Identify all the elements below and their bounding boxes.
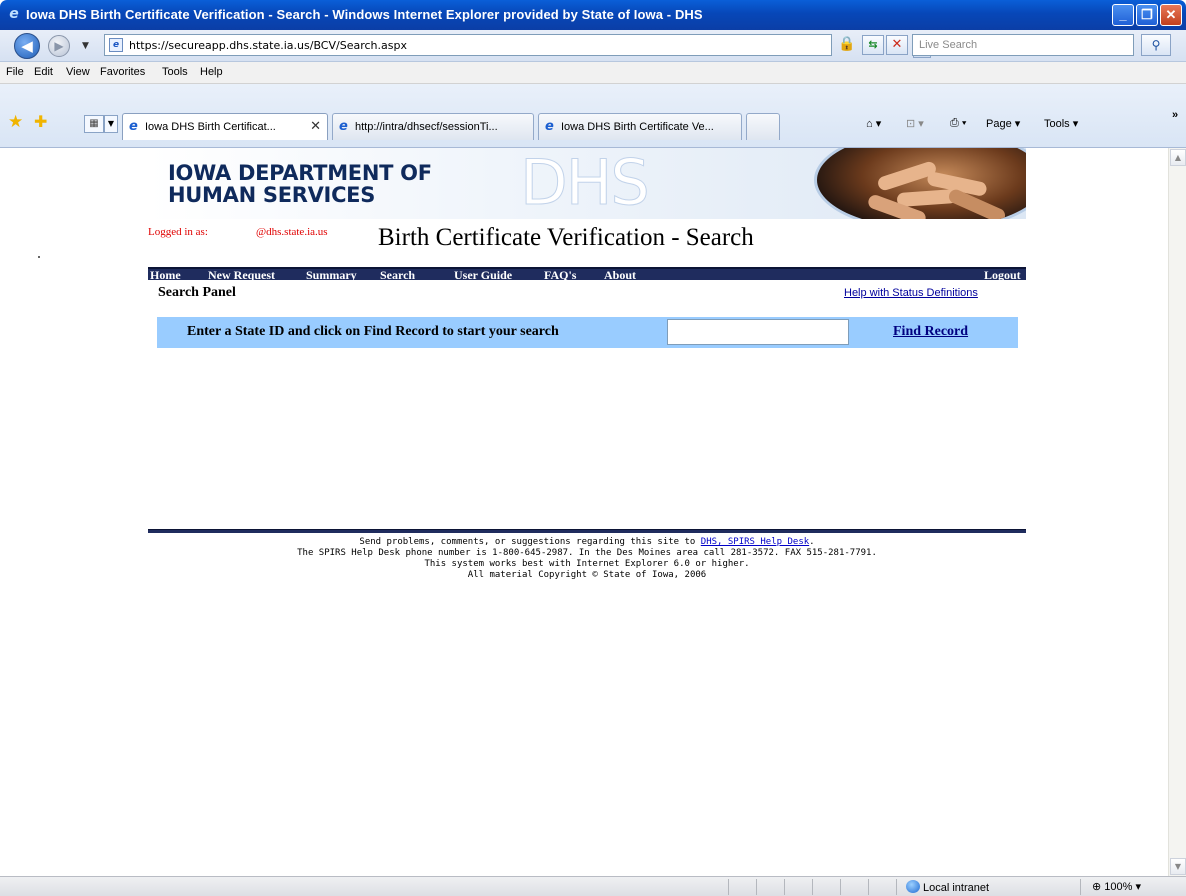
hands-photo: [814, 148, 1026, 219]
menu-view[interactable]: View: [66, 66, 90, 78]
help-status-link[interactable]: Help with Status Definitions: [844, 287, 978, 299]
tab-1[interactable]: e Iowa DHS Birth Certificat... ✕: [122, 113, 328, 140]
nav-search[interactable]: Search: [380, 269, 415, 280]
nav-summary[interactable]: Summary: [306, 269, 357, 280]
home-icon[interactable]: ⌂ ▾: [866, 117, 881, 130]
nav-user-guide[interactable]: User Guide: [454, 269, 512, 280]
tab-label: Iowa DHS Birth Certificate Ve...: [561, 121, 714, 133]
menu-help[interactable]: Help: [200, 66, 223, 78]
zoom-control[interactable]: ⊕ 100% ▾: [1092, 880, 1141, 893]
page-content: IOWA DEPARTMENT OF HUMAN SERVICES DHS Lo…: [0, 148, 1168, 876]
ie-page-icon: e: [339, 119, 348, 134]
search-button[interactable]: ⚲: [1141, 34, 1171, 56]
logged-in-label: Logged in as:: [148, 226, 208, 238]
site-nav: Home New Request Summary Search User Gui…: [148, 267, 1026, 280]
footer-line3: This system works best with Internet Exp…: [424, 559, 750, 569]
tab-close-icon[interactable]: ✕: [310, 119, 321, 134]
stop-icon: ✕: [891, 37, 903, 52]
tab-list-button[interactable]: ▼: [104, 115, 118, 133]
search-icon: ⚲: [1151, 38, 1161, 52]
new-tab-button[interactable]: [746, 113, 780, 140]
recent-pages-dropdown[interactable]: ▼: [82, 41, 89, 51]
ie-page-icon: e: [129, 119, 138, 134]
quick-tabs-button[interactable]: ▦: [84, 115, 104, 133]
scroll-down-button[interactable]: ▼: [1170, 858, 1186, 875]
page-title: Birth Certificate Verification - Search: [378, 224, 754, 251]
live-search-input[interactable]: Live Search: [912, 34, 1134, 56]
nav-new-request[interactable]: New Request: [208, 269, 275, 280]
refresh-button[interactable]: ⇆: [862, 35, 884, 55]
refresh-icon: ⇆: [868, 38, 878, 51]
lock-icon[interactable]: 🔒: [838, 36, 855, 54]
menu-edit[interactable]: Edit: [34, 66, 53, 78]
tab-3[interactable]: e Iowa DHS Birth Certificate Ve...: [538, 113, 742, 140]
favorites-star-icon[interactable]: ★: [8, 112, 23, 132]
status-bar: Local intranet ⊕ 100% ▾: [0, 876, 1186, 896]
dhs-watermark: DHS: [520, 148, 651, 219]
logged-in-user: @dhs.state.ia.us: [256, 226, 328, 238]
tab-label: http://intra/dhsecf/sessionTi...: [355, 121, 498, 133]
title-bar: e Iowa DHS Birth Certificate Verificatio…: [0, 0, 1186, 30]
security-zone-label: Local intranet: [923, 882, 990, 894]
forward-arrow-icon: ▶: [54, 39, 64, 53]
footer-line4: All material Copyright © State of Iowa, …: [467, 570, 707, 580]
search-placeholder: Live Search: [919, 39, 978, 51]
address-url: https://secureapp.dhs.state.ia.us/BCV/Se…: [129, 39, 407, 52]
search-panel-title: Search Panel: [158, 285, 236, 300]
menu-favorites[interactable]: Favorites: [100, 66, 145, 78]
maximize-button[interactable]: ❐: [1136, 4, 1158, 26]
org-name-line2: HUMAN SERVICES: [168, 183, 376, 207]
search-prompt: Enter a State ID and click on Find Recor…: [187, 324, 559, 339]
forward-button[interactable]: ▶: [48, 35, 70, 57]
window-title: Iowa DHS Birth Certificate Verification …: [26, 7, 703, 22]
dhs-banner: IOWA DEPARTMENT OF HUMAN SERVICES DHS: [148, 148, 1026, 219]
nav-logout[interactable]: Logout: [984, 269, 1021, 280]
browser-window: e Iowa DHS Birth Certificate Verificatio…: [0, 0, 1186, 896]
address-toolbar: ◀ ▶ ▼ e https://secureapp.dhs.state.ia.u…: [0, 30, 1186, 62]
ie-page-icon: e: [545, 119, 554, 134]
nav-home[interactable]: Home: [150, 269, 181, 280]
footer-line2: The SPIRS Help Desk phone number is 1-80…: [297, 548, 877, 558]
tab-toolbar: ★ ✚ ▦ ▼ e Iowa DHS Birth Certificat... ✕…: [0, 84, 1186, 148]
toolbar-overflow-icon[interactable]: »: [1172, 109, 1178, 121]
footer: Send problems, comments, or suggestions …: [148, 537, 1026, 581]
globe-icon: [906, 880, 920, 893]
security-zone[interactable]: Local intranet: [906, 880, 989, 894]
org-name-line1: IOWA DEPARTMENT OF: [168, 161, 432, 185]
zoom-level: 100%: [1104, 881, 1133, 893]
menu-file[interactable]: File: [6, 66, 24, 78]
vertical-scrollbar[interactable]: ▲ ▼: [1168, 148, 1186, 876]
add-favorites-icon[interactable]: ✚: [34, 112, 47, 131]
menu-tools[interactable]: Tools: [162, 66, 188, 78]
tab-2[interactable]: e http://intra/dhsecf/sessionTi...: [332, 113, 534, 140]
page-icon: e: [109, 38, 123, 52]
search-strip: Enter a State ID and click on Find Recor…: [157, 317, 1018, 348]
footer-rule: [148, 529, 1026, 533]
org-name: IOWA DEPARTMENT OF HUMAN SERVICES: [168, 162, 432, 206]
zoom-icon: ⊕: [1092, 881, 1102, 893]
scroll-up-button[interactable]: ▲: [1170, 149, 1186, 166]
page-menu[interactable]: Page ▾: [986, 117, 1020, 130]
feeds-icon[interactable]: ⊡ ▾: [906, 117, 924, 130]
tools-menu[interactable]: Tools ▾: [1044, 117, 1078, 130]
back-button[interactable]: ◀: [14, 33, 40, 59]
ie-logo-icon: e: [9, 6, 19, 22]
nav-about[interactable]: About: [604, 269, 636, 280]
stray-dot: [38, 256, 40, 258]
footer-line1-text: Send problems, comments, or suggestions …: [359, 537, 701, 547]
help-desk-link[interactable]: DHS, SPIRS Help Desk: [701, 537, 809, 547]
state-id-input[interactable]: [667, 319, 849, 345]
footer-line1: Send problems, comments, or suggestions …: [148, 537, 1026, 548]
close-button[interactable]: ✕: [1160, 4, 1182, 26]
footer-line1-end: .: [809, 537, 815, 547]
find-record-link[interactable]: Find Record: [893, 324, 968, 340]
menu-bar: File Edit View Favorites Tools Help: [0, 62, 1186, 84]
tab-label: Iowa DHS Birth Certificat...: [145, 121, 276, 133]
nav-faqs[interactable]: FAQ's: [544, 269, 576, 280]
address-bar[interactable]: e https://secureapp.dhs.state.ia.us/BCV/…: [104, 34, 931, 58]
stop-button[interactable]: ✕: [886, 35, 908, 55]
back-arrow-icon: ◀: [21, 37, 33, 55]
print-icon[interactable]: ⎙ ▾: [950, 117, 966, 130]
minimize-button[interactable]: _: [1112, 4, 1134, 26]
